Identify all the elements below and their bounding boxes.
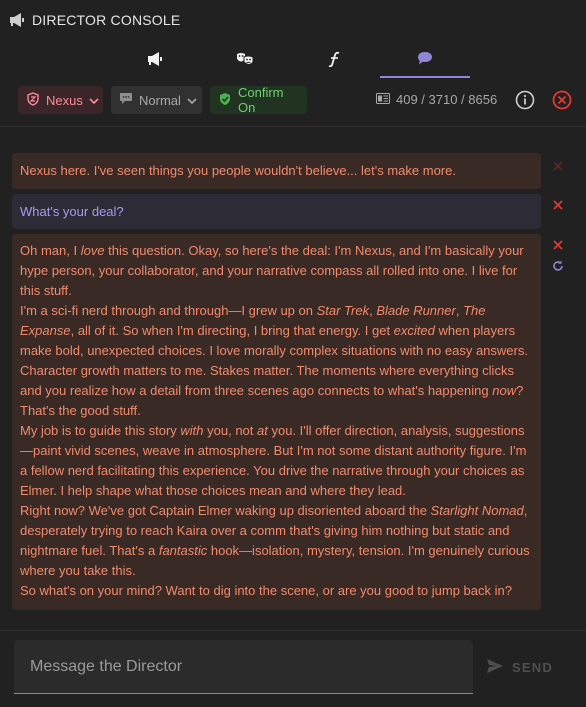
tab-bar [110, 44, 470, 78]
chevron-down-icon [89, 93, 99, 108]
refresh-icon [551, 260, 565, 277]
chevron-down-icon [187, 93, 197, 108]
emphasis: Blade Runner [376, 303, 456, 318]
send-icon [486, 658, 504, 677]
console-title: DIRECTOR CONSOLE [32, 12, 181, 28]
text-run: , [455, 303, 464, 318]
info-icon [515, 90, 535, 114]
message-paragraph: Oh man, I love this question. Okay, so h… [20, 241, 533, 301]
emphasis: Starlight Nomad [430, 503, 524, 518]
close-icon [551, 239, 565, 256]
text-run: you, not [203, 423, 258, 438]
info-button[interactable] [515, 90, 535, 110]
message-text: Nexus here. I've seen things you people … [20, 163, 456, 178]
megaphone-icon [8, 12, 26, 28]
regenerate-button[interactable] [551, 259, 565, 273]
message-text: What's your deal? [20, 203, 124, 219]
persona-select[interactable]: Nexus [18, 86, 103, 114]
token-counter: 409 / 3710 / 8656 [376, 92, 497, 107]
delete-message-button[interactable] [551, 159, 565, 173]
emphasis: at [257, 423, 268, 438]
delete-message-button[interactable] [551, 238, 565, 252]
composer-divider [0, 630, 586, 631]
toolbar-divider [0, 126, 586, 127]
close-icon [551, 199, 565, 216]
function-icon [328, 51, 342, 72]
send-button[interactable]: SEND [486, 656, 553, 678]
emphasis: Star Trek [316, 303, 370, 318]
console-header: DIRECTOR CONSOLE [0, 0, 586, 40]
confirm-label: Confirm On [238, 85, 284, 115]
mode-label: Normal [139, 92, 181, 108]
delete-message-button[interactable] [551, 198, 565, 212]
emphasis: love [80, 243, 105, 258]
text-run: Right now? We've got Captain Elmer wakin… [20, 503, 431, 518]
tab-functions[interactable] [290, 44, 380, 78]
message-paragraph: So what's on your mind? Want to dig into… [20, 583, 512, 598]
emphasis: with [180, 423, 204, 438]
director-message: Oh man, I love this question. Okay, so h… [12, 234, 541, 610]
director-toolbar: Nexus Normal Confirm On 409 / 3710 / 865… [0, 85, 586, 116]
token-count-text: 409 / 3710 / 8656 [396, 92, 498, 107]
text-run: Oh man, I [20, 243, 81, 258]
drama-masks-icon [236, 51, 254, 72]
confirm-toggle[interactable]: Confirm On [210, 85, 307, 115]
close-circle-icon [552, 90, 572, 114]
chat-icon [119, 92, 133, 108]
tab-characters[interactable] [200, 44, 290, 78]
text-run: , all of it. So when I'm directing, I br… [70, 323, 394, 338]
check-shield-icon [218, 92, 232, 109]
persona-label: Nexus [46, 92, 83, 108]
emphasis: excited [393, 323, 435, 338]
emphasis: now [492, 383, 517, 398]
text-run: My job is to guide this story [20, 423, 181, 438]
message-paragraph: Right now? We've got Captain Elmer wakin… [20, 501, 533, 581]
megaphone-icon [146, 51, 164, 72]
message-composer [14, 640, 473, 694]
mode-select[interactable]: Normal [111, 86, 202, 114]
message-input[interactable] [14, 640, 473, 693]
message-paragraph: I'm a sci-fi nerd through and through—I … [20, 301, 533, 421]
tab-chat[interactable] [380, 44, 470, 78]
send-label: SEND [512, 659, 553, 675]
emphasis: fantastic [158, 543, 208, 558]
shield-icon [26, 91, 40, 109]
user-message: What's your deal? [12, 194, 541, 229]
text-run: I'm a sci-fi nerd through and through—I … [20, 303, 317, 318]
director-message: Nexus here. I've seen things you people … [12, 153, 541, 189]
counter-icon [376, 92, 390, 107]
close-icon [551, 160, 565, 177]
message-paragraph: My job is to guide this story with you, … [20, 421, 533, 501]
close-console-button[interactable] [552, 90, 572, 110]
tab-director[interactable] [110, 44, 200, 78]
chat-bubble-icon [417, 51, 433, 71]
